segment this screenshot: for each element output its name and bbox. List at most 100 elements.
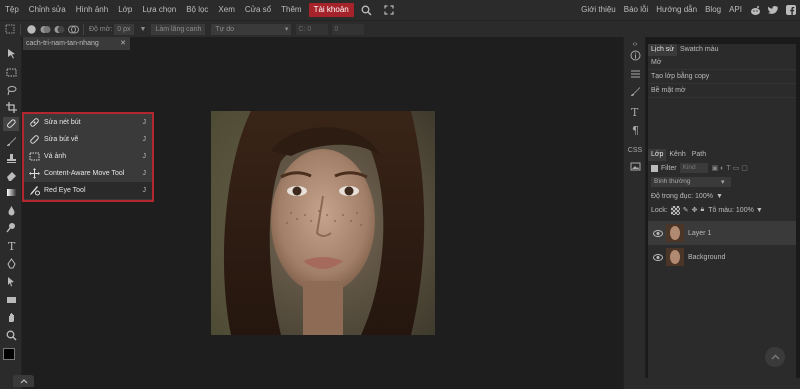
feather-input[interactable]: 0 px [114, 23, 134, 35]
image-icon[interactable] [628, 159, 642, 173]
document-tab[interactable]: cach-tri-nam-tan-nhang ✕ [23, 37, 130, 50]
lock-move-icon[interactable]: ✥ [692, 206, 698, 214]
pen-tool-icon[interactable] [3, 256, 19, 270]
filter-kind-select[interactable]: Kind [679, 163, 708, 173]
link-blog[interactable]: Blog [701, 0, 725, 20]
healing-brush-item[interactable]: Sửa bút vẽ J [24, 131, 152, 148]
panel-footer [645, 378, 800, 389]
shortcut-key: J [142, 153, 147, 160]
red-eye-label: Red Eye Tool [44, 187, 86, 194]
spot-healing-brush-item[interactable]: Sửa nét bút J [24, 114, 152, 131]
spot-healing-brush-label: Sửa nét bút [44, 119, 81, 126]
foreground-color-swatch[interactable] [3, 348, 15, 360]
rectangle-tool-icon[interactable] [3, 292, 19, 306]
link-guide[interactable]: Hướng dẫn [652, 0, 701, 20]
character-icon[interactable]: T [628, 104, 642, 118]
menu-image[interactable]: Hình ảnh [71, 0, 113, 20]
fullscreen-icon[interactable] [382, 3, 396, 17]
feather-dropdown-icon[interactable]: ▼ [140, 26, 147, 33]
blur-tool-icon[interactable] [3, 203, 19, 217]
menu-more[interactable]: Thêm [276, 0, 306, 20]
tab-layers[interactable]: Lớp [648, 149, 667, 161]
visibility-eye-icon[interactable] [653, 253, 663, 261]
layer-row[interactable]: Layer 1 [648, 221, 796, 245]
menu-account[interactable]: Tài khoản [308, 3, 354, 17]
healing-tool-icon[interactable] [3, 117, 19, 131]
height-input[interactable]: 0 [332, 23, 365, 35]
red-eye-item[interactable]: Red Eye Tool J [24, 182, 152, 199]
lock-brush-icon[interactable]: ✎ [683, 206, 689, 214]
style-select[interactable]: Tự do ▾ [211, 23, 292, 35]
lasso-tool-icon[interactable] [3, 83, 19, 97]
menu-file[interactable]: Tệp [0, 0, 24, 20]
menu-edit[interactable]: Chỉnh sửa [24, 0, 71, 20]
dodge-tool-icon[interactable] [3, 220, 19, 234]
history-row[interactable]: Mở [648, 56, 796, 70]
reddit-icon[interactable] [749, 4, 761, 16]
tab-paths[interactable]: Path [689, 149, 709, 161]
type-tool-icon[interactable]: T [3, 238, 19, 252]
gradient-tool-icon[interactable] [3, 185, 19, 199]
menu-select[interactable]: Lựa chọn [137, 0, 181, 20]
add-selection-icon[interactable] [39, 23, 51, 35]
marquee-option-icon[interactable] [4, 23, 16, 35]
canvas-image[interactable] [211, 111, 435, 335]
filter-checkbox[interactable] [651, 164, 658, 172]
opacity-value[interactable]: 100% [695, 193, 713, 200]
zoom-tool-icon[interactable] [3, 328, 19, 342]
right-panels: Lịch sử Swatch màu Mở Tạo lớp bằng copy … [646, 37, 800, 389]
brush-tool-icon[interactable] [3, 134, 19, 148]
fill-dropdown-icon[interactable]: ▼ [756, 207, 763, 214]
paragraph-icon[interactable]: ¶ [628, 122, 642, 136]
menu-layer[interactable]: Lớp [113, 0, 137, 20]
hand-tool-icon[interactable] [3, 310, 19, 324]
twitter-icon[interactable] [767, 4, 779, 16]
new-selection-icon[interactable] [25, 23, 37, 35]
patch-tool-item[interactable]: Vá ảnh J [24, 148, 152, 165]
tab-history[interactable]: Lịch sử [648, 44, 677, 56]
history-row[interactable]: Tạo lớp bằng copy [648, 70, 796, 84]
path-select-tool-icon[interactable] [3, 274, 19, 288]
search-icon[interactable] [360, 3, 374, 17]
facebook-icon[interactable] [785, 4, 797, 16]
crop-tool-icon[interactable] [3, 100, 19, 114]
tab-channels[interactable]: Kênh [666, 149, 688, 161]
lock-all-icon[interactable]: 🔒︎ [700, 206, 704, 214]
marquee-tool-icon[interactable] [3, 65, 19, 79]
width-input[interactable]: C: 0 [296, 23, 329, 35]
link-about[interactable]: Giới thiệu [577, 0, 620, 20]
layer-row[interactable]: Background [648, 245, 796, 269]
shortcut-key: J [142, 170, 147, 177]
expand-panel-button[interactable] [13, 375, 34, 387]
link-report-bug[interactable]: Báo lỗi [620, 0, 652, 20]
opacity-dropdown-icon[interactable]: ▼ [716, 193, 723, 200]
close-icon[interactable]: ✕ [120, 37, 126, 50]
intersect-selection-icon[interactable] [67, 23, 79, 35]
chevron-down-icon[interactable]: ▾ [721, 178, 725, 186]
stamp-tool-icon[interactable] [3, 151, 19, 165]
fill-value[interactable]: 100% [736, 207, 754, 214]
visibility-eye-icon[interactable] [653, 229, 663, 237]
menu-view[interactable]: Xem [213, 0, 239, 20]
move-tool-icon[interactable] [3, 46, 19, 60]
menu-window[interactable]: Cửa sổ [240, 0, 276, 20]
properties-icon[interactable] [628, 66, 642, 80]
css-icon[interactable]: CSS [628, 143, 642, 157]
brush-settings-icon[interactable] [628, 84, 642, 98]
scroll-top-button[interactable] [765, 347, 785, 367]
smooth-edges-button[interactable]: Làm lăng canh [151, 23, 206, 35]
svg-text:T: T [8, 240, 16, 251]
eraser-tool-icon[interactable] [3, 168, 19, 182]
history-row[interactable]: Bề mặt mờ [648, 84, 796, 98]
tab-swatches[interactable]: Swatch màu [677, 44, 722, 56]
blend-mode-select[interactable]: Bình thường [651, 177, 731, 187]
link-api[interactable]: API [725, 0, 746, 20]
info-icon[interactable] [628, 48, 642, 62]
filter-icons[interactable]: ▣◐T▭▢ [712, 164, 750, 172]
menu-filter[interactable]: Bộ lọc [181, 0, 213, 20]
subtract-selection-icon[interactable] [53, 23, 65, 35]
content-aware-move-icon [28, 168, 40, 180]
tools-panel: T [0, 37, 22, 389]
content-aware-move-item[interactable]: Content-Aware Move Tool J [24, 165, 152, 182]
lock-transparency-icon[interactable] [670, 205, 680, 215]
